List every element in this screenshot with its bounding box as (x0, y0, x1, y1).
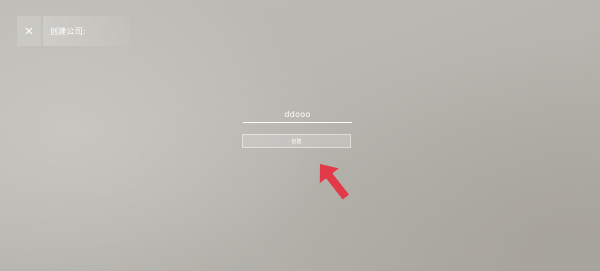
title-panel: 创建公司: (43, 16, 130, 46)
close-button[interactable] (17, 16, 41, 46)
top-bar: 创建公司: (0, 16, 600, 46)
dialog-title: 创建公司: (50, 26, 86, 36)
company-name-input[interactable]: ddooo (243, 106, 352, 123)
close-icon (25, 27, 33, 35)
create-button[interactable]: 创建 (242, 134, 351, 148)
arrow-pointer-icon (319, 164, 350, 200)
company-name-value: ddooo (284, 109, 311, 119)
create-button-label: 创建 (291, 138, 302, 145)
